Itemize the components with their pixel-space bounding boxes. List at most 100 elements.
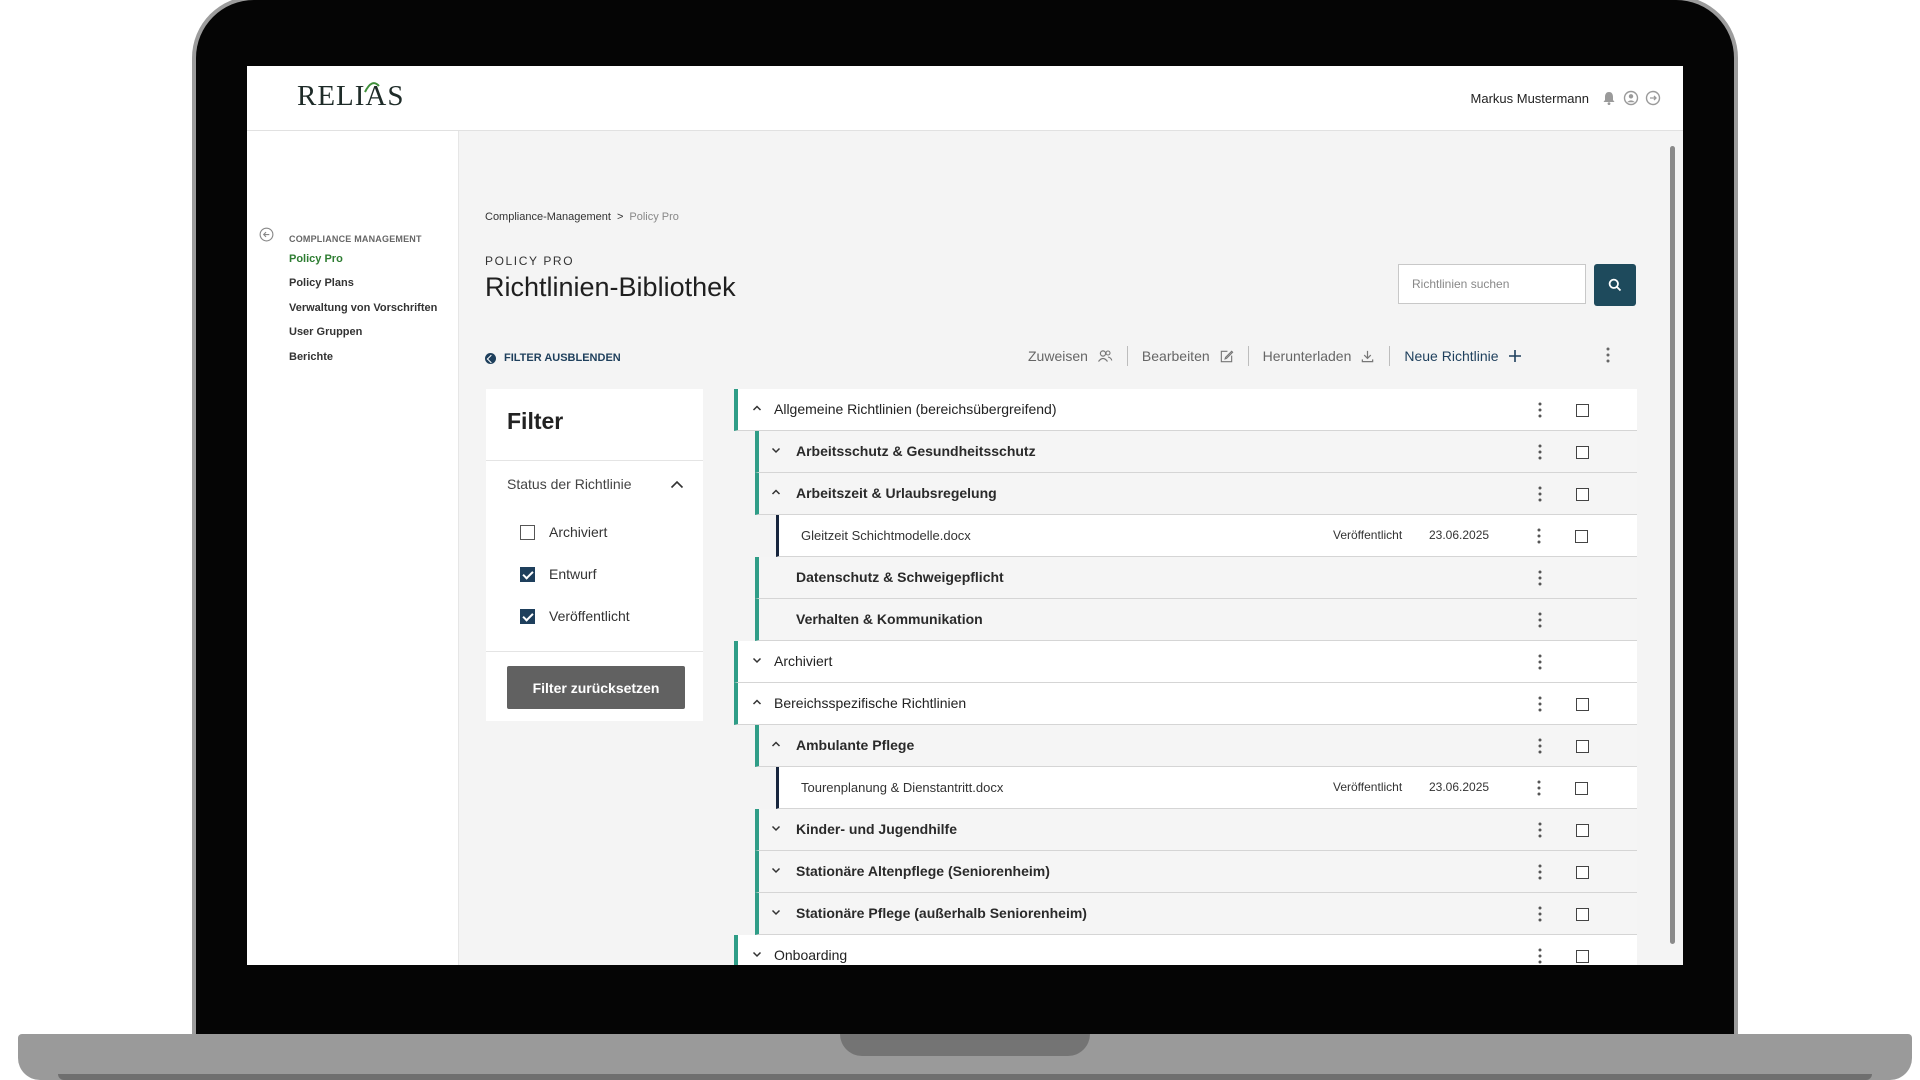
new-policy-button[interactable]: Neue Richtlinie: [1390, 348, 1535, 364]
filter-title: Filter: [507, 408, 564, 434]
users-icon: [1097, 350, 1113, 362]
filter-option-label: Archiviert: [549, 524, 608, 540]
tree-row[interactable]: Ambulante Pflege: [755, 725, 1637, 767]
filter-toggle-label: FILTER AUSBLENDEN: [504, 352, 621, 364]
status-heading[interactable]: Status der Richtlinie: [507, 476, 632, 492]
chevron-down-icon[interactable]: [771, 865, 781, 875]
user-name[interactable]: Markus Mustermann: [1471, 91, 1589, 106]
tree-row[interactable]: Stationäre Altenpflege (Seniorenheim): [755, 851, 1637, 893]
row-checkbox[interactable]: [1576, 908, 1589, 921]
tree-row[interactable]: Stationäre Pflege (außerhalb Seniorenhei…: [755, 893, 1637, 935]
more-vertical-icon[interactable]: [1537, 779, 1541, 797]
tree-row-label: Archiviert: [774, 653, 833, 669]
main-content: Compliance-Management > Policy Pro POLICY …: [459, 131, 1683, 965]
more-vertical-icon[interactable]: [1538, 443, 1542, 461]
file-name: Gleitzeit Schichtmodelle.docx: [801, 528, 971, 543]
tree-row[interactable]: Kinder- und Jugendhilfe: [755, 809, 1637, 851]
filter-option-label: Veröffentlicht: [549, 608, 630, 624]
arrow-left-circle-icon[interactable]: [259, 227, 274, 242]
breadcrumb-parent[interactable]: Compliance-Management: [485, 211, 611, 223]
download-button[interactable]: Herunterladen: [1249, 348, 1390, 364]
more-vertical-icon[interactable]: [1538, 947, 1542, 965]
tree-row[interactable]: Arbeitsschutz & Gesundheitsschutz: [755, 431, 1637, 473]
sidebar-item-policy-plans[interactable]: Policy Plans: [289, 277, 354, 289]
filter-option-entwurf[interactable]: Entwurf: [520, 566, 596, 582]
more-vertical-icon[interactable]: [1606, 347, 1610, 363]
row-checkbox[interactable]: [1576, 824, 1589, 837]
more-vertical-icon[interactable]: [1537, 527, 1541, 545]
file-status: Veröffentlicht: [1333, 780, 1403, 794]
row-checkbox[interactable]: [1576, 740, 1589, 753]
bell-icon[interactable]: [1601, 90, 1617, 106]
filter-toggle[interactable]: FILTER AUSBLENDEN: [485, 352, 621, 364]
plus-icon: [1508, 350, 1521, 362]
chevron-up-icon[interactable]: [771, 739, 781, 749]
sidebar-item-user-gruppen[interactable]: User Gruppen: [289, 326, 362, 338]
reset-filter-button[interactable]: Filter zurücksetzen: [507, 666, 685, 709]
checkbox-entwurf[interactable]: [520, 566, 535, 582]
row-checkbox[interactable]: [1576, 446, 1589, 459]
tree-row[interactable]: Datenschutz & Schweigepflicht: [755, 557, 1637, 599]
assign-button[interactable]: Zuweisen: [1014, 348, 1127, 364]
chevron-down-icon[interactable]: [752, 949, 762, 959]
file-date: 23.06.2025: [1429, 528, 1490, 542]
tree-row[interactable]: Allgemeine Richtlinien (bereichsübergrei…: [734, 389, 1637, 431]
more-vertical-icon[interactable]: [1538, 863, 1542, 881]
more-vertical-icon[interactable]: [1538, 401, 1542, 419]
more-vertical-icon[interactable]: [1538, 737, 1542, 755]
row-checkbox[interactable]: [1576, 488, 1589, 501]
tree-row[interactable]: Verhalten & Kommunikation: [755, 599, 1637, 641]
sidebar-item-berichte[interactable]: Berichte: [289, 351, 333, 363]
tree-row[interactable]: Onboarding: [734, 935, 1637, 965]
scrollbar[interactable]: [1667, 132, 1677, 961]
row-checkbox[interactable]: [1575, 530, 1588, 543]
sidebar-item-verwaltung-von-vorschriften[interactable]: Verwaltung von Vorschriften: [289, 302, 437, 314]
search-input[interactable]: [1398, 264, 1586, 304]
row-checkbox[interactable]: [1576, 404, 1589, 417]
chevron-up-icon[interactable]: [752, 697, 762, 707]
more-vertical-icon[interactable]: [1538, 611, 1542, 629]
user-circle-icon[interactable]: [1623, 90, 1639, 106]
more-vertical-icon[interactable]: [1538, 653, 1542, 671]
more-vertical-icon[interactable]: [1538, 569, 1542, 587]
tree-row[interactable]: Archiviert: [734, 641, 1637, 683]
tree-file-row[interactable]: Tourenplanung & Dienstantritt.docx Veröf…: [776, 767, 1637, 809]
tree-row-label: Stationäre Pflege (außerhalb Seniorenhei…: [796, 905, 1087, 921]
more-vertical-icon[interactable]: [1538, 485, 1542, 503]
edit-pencil-icon: [1220, 350, 1234, 362]
relias-logo[interactable]: RELIAS: [297, 80, 405, 113]
row-checkbox[interactable]: [1575, 782, 1588, 795]
logout-icon[interactable]: [1645, 90, 1661, 106]
row-checkbox[interactable]: [1576, 950, 1589, 963]
chevron-up-icon[interactable]: [752, 403, 762, 413]
chevron-down-icon[interactable]: [752, 655, 762, 665]
row-checkbox[interactable]: [1576, 866, 1589, 879]
filter-option-archiviert[interactable]: Archiviert: [520, 524, 607, 540]
more-vertical-icon[interactable]: [1538, 905, 1542, 923]
chevron-up-icon[interactable]: [670, 480, 684, 489]
tree-file-row[interactable]: Gleitzeit Schichtmodelle.docx Veröffentl…: [776, 515, 1637, 557]
logo-leaf-icon: [364, 82, 380, 93]
download-label: Herunterladen: [1262, 348, 1352, 364]
row-checkbox[interactable]: [1576, 698, 1589, 711]
more-vertical-icon[interactable]: [1538, 695, 1542, 713]
checkbox-archiviert[interactable]: [520, 524, 535, 540]
assign-label: Zuweisen: [1028, 348, 1088, 364]
breadcrumb: Compliance-Management > Policy Pro: [485, 211, 679, 223]
chevron-down-icon[interactable]: [771, 907, 781, 917]
sidebar-section-label: COMPLIANCE MANAGEMENT: [289, 234, 422, 244]
edit-button[interactable]: Bearbeiten: [1128, 348, 1248, 364]
filter-divider: [486, 651, 703, 652]
search-button[interactable]: [1594, 264, 1636, 306]
more-vertical-icon[interactable]: [1538, 821, 1542, 839]
tree-row[interactable]: Arbeitszeit & Urlaubsregelung: [755, 473, 1637, 515]
tree-row[interactable]: Bereichsspezifische Richtlinien: [734, 683, 1637, 725]
filter-option-veroeffentlicht[interactable]: Veröffentlicht: [520, 608, 630, 624]
scrollbar-thumb[interactable]: [1670, 146, 1675, 944]
chevron-down-icon[interactable]: [771, 823, 781, 833]
sidebar-item-policy-pro[interactable]: Policy Pro: [289, 253, 343, 265]
chevron-up-icon[interactable]: [771, 487, 781, 497]
chevron-down-icon[interactable]: [771, 445, 781, 455]
tree-row-label: Onboarding: [774, 947, 848, 963]
checkbox-veroeffentlicht[interactable]: [520, 608, 535, 624]
